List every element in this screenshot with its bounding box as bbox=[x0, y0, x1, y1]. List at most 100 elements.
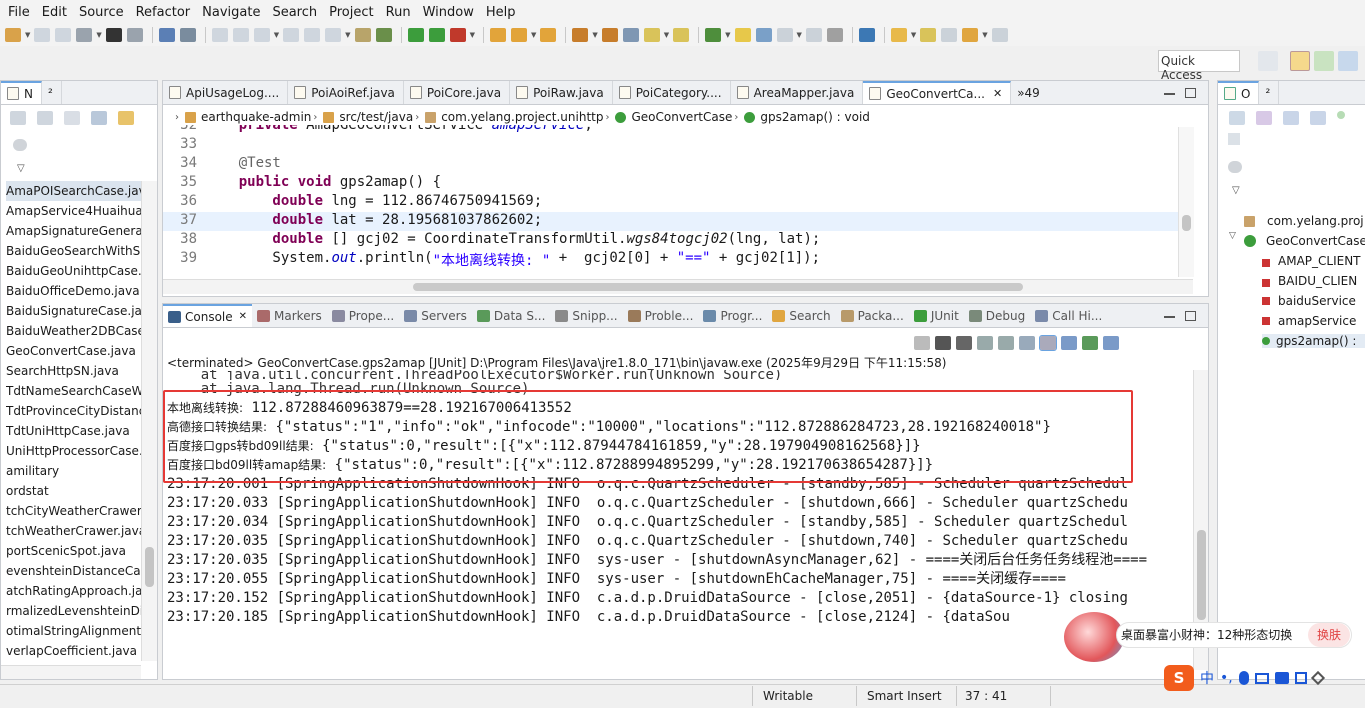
file-list-item[interactable]: evenshteinDistanceCase.j bbox=[6, 561, 141, 581]
menu-project[interactable]: Project bbox=[325, 5, 377, 20]
tab-editor-file[interactable]: PoiCore.java bbox=[404, 81, 511, 104]
dropdown-chevron-icon[interactable]: ▼ bbox=[470, 31, 475, 39]
git-perspective-icon[interactable] bbox=[1338, 51, 1358, 71]
collapse-all-icon[interactable] bbox=[91, 111, 107, 125]
hide-local-types-icon[interactable] bbox=[1337, 111, 1345, 119]
tab-debug[interactable]: Debug bbox=[964, 304, 1030, 327]
search-icon[interactable] bbox=[622, 28, 639, 42]
debug-perspective-icon[interactable] bbox=[1314, 51, 1334, 71]
outline-item[interactable]: gps2amap() : bbox=[1262, 334, 1365, 348]
file-list-item[interactable]: portScenicSpot.java bbox=[6, 541, 141, 561]
chevron-down-icon[interactable]: ▽ bbox=[17, 163, 25, 174]
file-list-item[interactable]: BaiduSignatureCase.jav bbox=[6, 301, 141, 321]
next-annotation-icon[interactable] bbox=[890, 28, 907, 42]
pin-console-icon[interactable] bbox=[1019, 336, 1035, 350]
explorer-scrollbar[interactable] bbox=[141, 181, 157, 661]
menu-help[interactable]: Help bbox=[482, 5, 520, 20]
filter-icon[interactable] bbox=[13, 139, 27, 151]
menu-search[interactable]: Search bbox=[268, 5, 321, 20]
skin-icon[interactable] bbox=[1274, 672, 1289, 684]
menu-file[interactable]: File bbox=[4, 5, 34, 20]
file-list-item[interactable]: BaiduGeoSearchWithS bbox=[6, 241, 141, 261]
dropdown-chevron-icon[interactable]: ▼ bbox=[982, 31, 987, 39]
hide-nonpublic-icon[interactable] bbox=[1310, 111, 1326, 125]
ime-punct-icon[interactable]: •, bbox=[1220, 670, 1233, 686]
sort-icon[interactable] bbox=[1229, 111, 1245, 125]
dropdown-chevron-icon[interactable]: ▼ bbox=[25, 31, 30, 39]
show-whitespace-icon[interactable] bbox=[776, 28, 793, 42]
new-class-icon[interactable] bbox=[540, 28, 557, 42]
desktop-popup[interactable]: 桌面暴富小财神：12种形态切换 换肤 bbox=[1062, 612, 1358, 662]
file-list-item[interactable]: tchWeatherCrawer.java bbox=[6, 521, 141, 541]
menu-refactor[interactable]: Refactor bbox=[132, 5, 195, 20]
dropdown-chevron-icon[interactable]: ▼ bbox=[592, 31, 597, 39]
save-icon[interactable] bbox=[34, 28, 51, 42]
terminate-icon[interactable] bbox=[253, 28, 270, 42]
save-all-icon[interactable] bbox=[55, 28, 72, 42]
sogou-icon[interactable]: S bbox=[1164, 665, 1194, 691]
dropdown-chevron-icon[interactable]: ▼ bbox=[664, 31, 669, 39]
tab-datas[interactable]: Data S... bbox=[472, 304, 551, 327]
tab-outline[interactable]: O bbox=[1218, 81, 1260, 104]
tab-search[interactable]: Search bbox=[767, 304, 835, 327]
outline-item[interactable]: AMAP_CLIENT bbox=[1262, 254, 1361, 268]
tab-junit[interactable]: JUnit bbox=[909, 304, 964, 327]
terminal-icon[interactable] bbox=[158, 28, 175, 42]
outline-item[interactable]: GeoConvertCase bbox=[1244, 234, 1365, 248]
editor-vscrollbar[interactable] bbox=[1178, 127, 1194, 277]
tab-progr[interactable]: Progr... bbox=[698, 304, 767, 327]
focus-icon[interactable] bbox=[1228, 133, 1240, 145]
file-list-item[interactable]: BaiduOfficeDemo.java bbox=[6, 281, 141, 301]
print-icon[interactable] bbox=[76, 28, 93, 42]
tab-prope[interactable]: Prope... bbox=[327, 304, 399, 327]
maximize-icon[interactable] bbox=[1185, 311, 1196, 321]
run-icon[interactable] bbox=[407, 28, 424, 42]
dropdown-chevron-icon[interactable]: ▼ bbox=[96, 31, 101, 39]
pin-icon[interactable] bbox=[826, 28, 843, 42]
skin-button[interactable]: 换肤 bbox=[1308, 623, 1350, 647]
dropdown-chevron-icon[interactable]: ▼ bbox=[725, 31, 730, 39]
editor-hscrollbar[interactable] bbox=[163, 279, 1193, 294]
debug-icon[interactable] bbox=[375, 28, 392, 42]
display-console-icon[interactable] bbox=[1103, 336, 1119, 350]
tab-packa[interactable]: Packa... bbox=[836, 304, 909, 327]
open-perspective-icon[interactable] bbox=[1258, 51, 1278, 71]
tab-editor-file[interactable]: PoiRaw.java bbox=[510, 81, 613, 104]
mic-icon[interactable] bbox=[1238, 671, 1249, 685]
outline-item[interactable]: amapService bbox=[1262, 314, 1356, 328]
maximize-icon[interactable] bbox=[1185, 88, 1196, 98]
resume-icon[interactable] bbox=[211, 28, 228, 42]
step-into-icon[interactable] bbox=[304, 28, 321, 42]
tab-navigator[interactable]: N bbox=[1, 81, 42, 104]
tab-editor-file[interactable]: ApiUsageLog.... bbox=[163, 81, 289, 104]
back-icon[interactable] bbox=[10, 111, 26, 125]
minimize-icon[interactable] bbox=[1164, 92, 1175, 95]
dropdown-chevron-icon[interactable]: ▼ bbox=[531, 31, 536, 39]
java-perspective-icon[interactable] bbox=[1290, 51, 1310, 71]
new-package-icon[interactable] bbox=[510, 28, 527, 42]
new-icon[interactable] bbox=[5, 28, 21, 42]
dropdown-chevron-icon[interactable]: ▼ bbox=[797, 31, 802, 39]
home-icon[interactable] bbox=[64, 111, 80, 125]
tab-callhi[interactable]: Call Hi... bbox=[1030, 304, 1107, 327]
tab-editor-file[interactable]: GeoConvertCa... ✕ bbox=[863, 81, 1012, 104]
menu-run[interactable]: Run bbox=[382, 5, 415, 20]
file-list-item[interactable]: amilitary bbox=[6, 461, 141, 481]
dropdown-chevron-icon[interactable]: ▼ bbox=[274, 31, 279, 39]
outline-item[interactable]: com.yelang.proj bbox=[1244, 214, 1364, 228]
prev-annotation-icon[interactable] bbox=[920, 28, 937, 42]
tab-editor-file[interactable]: AreaMapper.java bbox=[731, 81, 864, 104]
file-list-item[interactable]: rmalizedLevenshteinDi bbox=[6, 601, 141, 621]
dropdown-chevron-icon[interactable]: ▼ bbox=[911, 31, 916, 39]
file-list-item[interactable]: ordstat bbox=[6, 481, 141, 501]
new-java-project-icon[interactable] bbox=[489, 28, 506, 42]
file-list-item[interactable]: tchCityWeatherCrawer.j bbox=[6, 501, 141, 521]
coverage-icon[interactable] bbox=[428, 28, 445, 42]
show-on-output-icon[interactable] bbox=[1039, 335, 1057, 351]
tab-outline-more[interactable]: ² bbox=[1259, 81, 1280, 104]
outline-item[interactable]: baiduService bbox=[1262, 294, 1356, 308]
hide-static-icon[interactable] bbox=[1283, 111, 1299, 125]
link-editor-icon[interactable] bbox=[118, 111, 134, 125]
tab-markers[interactable]: Markers bbox=[252, 304, 327, 327]
ime-chinese-icon[interactable]: 中 bbox=[1200, 668, 1214, 688]
